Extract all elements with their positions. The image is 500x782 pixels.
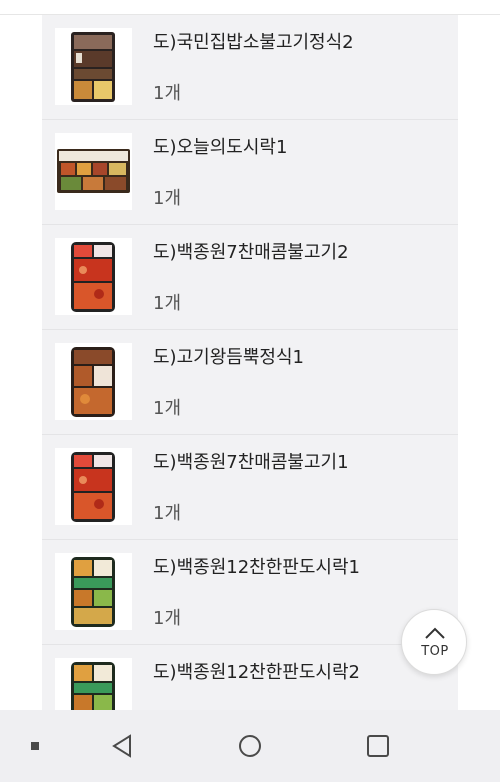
item-name: 도)백종원12찬한판도시락1	[153, 557, 360, 578]
lunchbox-green-image	[55, 658, 132, 710]
home-button[interactable]	[220, 710, 280, 782]
dot-icon	[31, 742, 39, 750]
item-name: 도)고기왕듬뿍정식1	[153, 347, 304, 368]
list-item[interactable]: 도)국민집밥소불고기정식2 1개	[42, 15, 458, 120]
item-name: 도)국민집밥소불고기정식2	[153, 32, 354, 53]
square-icon	[367, 735, 389, 757]
list-item[interactable]: 도)백종원12찬한판도시락1 1개	[42, 540, 458, 645]
back-button[interactable]	[92, 710, 152, 782]
top-button-label: TOP	[421, 644, 449, 659]
home-circle-icon	[239, 735, 261, 757]
list-item[interactable]: 도)고기왕듬뿍정식1 1개	[42, 330, 458, 435]
item-quantity: 1개	[153, 188, 182, 209]
lunchbox-green-image	[55, 553, 132, 630]
lunchbox-spicy-image	[55, 238, 132, 315]
list-item[interactable]: 도)백종원7찬매콤불고기2 1개	[42, 225, 458, 330]
overview-button[interactable]	[348, 710, 408, 782]
item-quantity: 1개	[153, 608, 182, 629]
order-item-list: 도)국민집밥소불고기정식2 1개 도)오늘의도시락1 1개 도)백종원7찬매콤불…	[42, 15, 458, 710]
item-quantity: 1개	[153, 503, 182, 524]
system-navigation-bar	[0, 710, 500, 782]
item-name: 도)백종원12찬한판도시락2	[153, 662, 360, 683]
top-divider	[0, 0, 500, 15]
list-item[interactable]: 도)백종원7찬매콤불고기1 1개	[42, 435, 458, 540]
list-item[interactable]: 도)오늘의도시락1 1개	[42, 120, 458, 225]
item-name: 도)백종원7찬매콤불고기2	[153, 242, 349, 263]
item-quantity: 1개	[153, 398, 182, 419]
item-quantity: 1개	[153, 83, 182, 104]
screen: 도)국민집밥소불고기정식2 1개 도)오늘의도시락1 1개 도)백종원7찬매콤불…	[0, 0, 500, 782]
lunchbox-bulgogi-image	[55, 28, 132, 105]
item-quantity: 1개	[153, 293, 182, 314]
back-triangle-icon	[112, 734, 131, 758]
scroll-to-top-button[interactable]: TOP	[401, 609, 467, 675]
lunchbox-spicy-image	[55, 448, 132, 525]
lunchbox-multi-image	[55, 133, 132, 210]
lunchbox-meat-image	[55, 343, 132, 420]
recent-apps-button[interactable]	[5, 710, 65, 782]
chevron-up-icon	[425, 627, 445, 639]
item-name: 도)오늘의도시락1	[153, 137, 288, 158]
item-name: 도)백종원7찬매콤불고기1	[153, 452, 349, 473]
list-item[interactable]: 도)백종원12찬한판도시락2 1개	[42, 645, 458, 710]
